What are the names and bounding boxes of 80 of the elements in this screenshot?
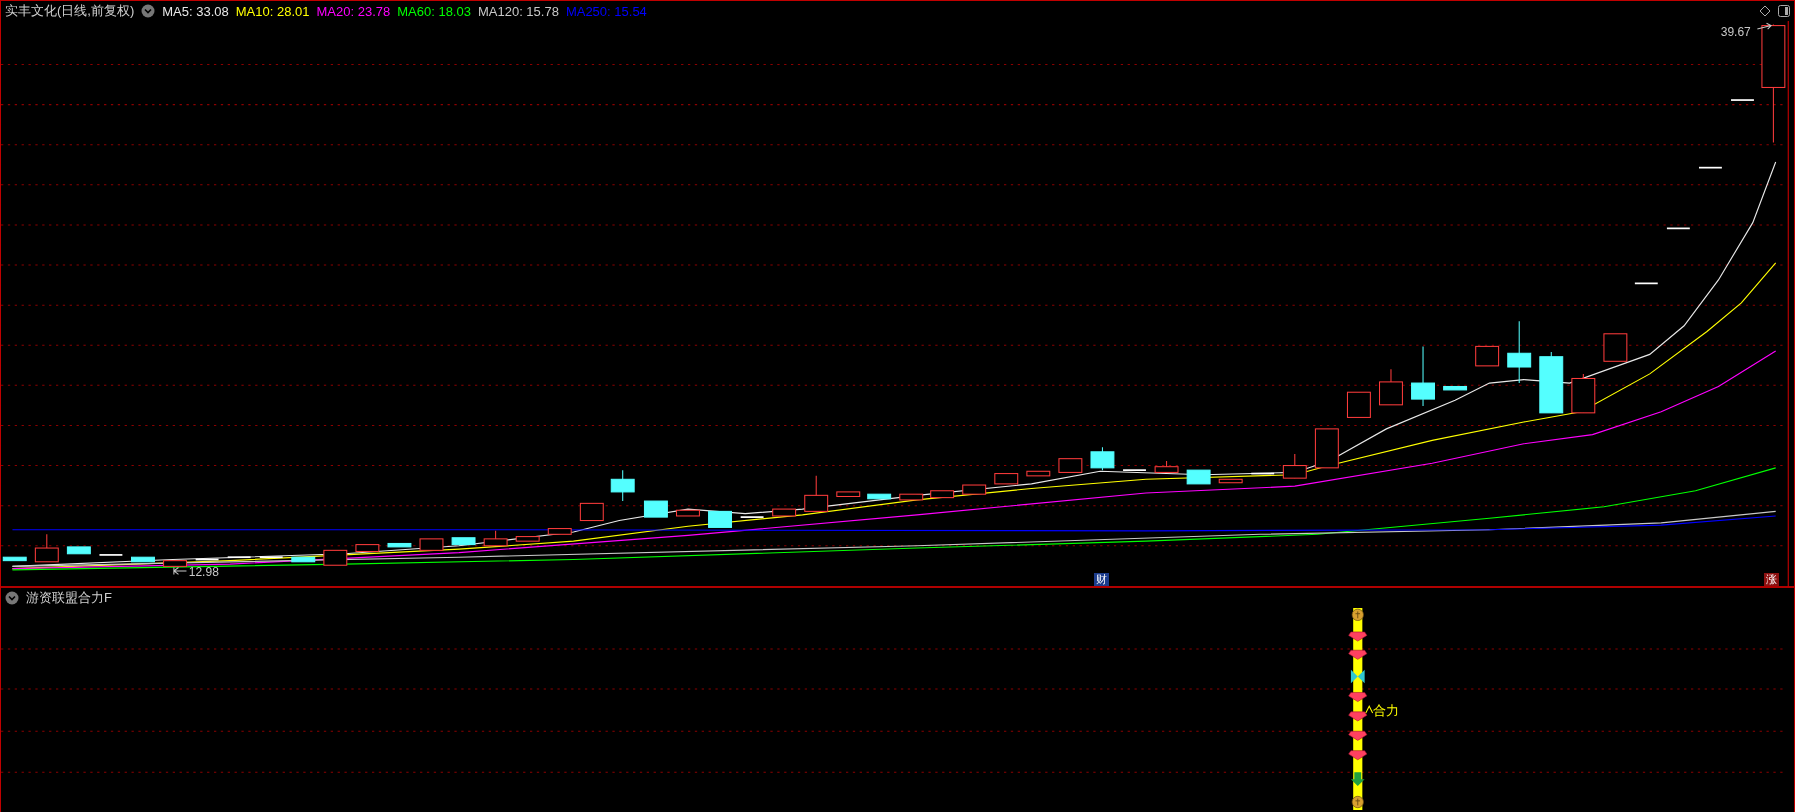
chart-title: 实丰文化(日线,前复权)	[5, 2, 135, 20]
moving-average-label: MA5: 33.08	[162, 3, 229, 19]
candlestick	[1058, 458, 1083, 473]
candlestick	[1634, 282, 1659, 285]
high-price-label: 39.67	[1720, 24, 1751, 39]
candlestick	[1507, 320, 1532, 384]
candlestick	[1346, 391, 1371, 418]
gem-icon	[1348, 649, 1368, 660]
candlestick	[194, 558, 220, 561]
candlestick	[163, 560, 187, 567]
leader-line	[1756, 22, 1772, 30]
candlestick	[1379, 368, 1403, 406]
candlestick	[1186, 469, 1211, 485]
candlestick	[131, 556, 155, 563]
candlestick	[1218, 478, 1243, 484]
moving-average-label: MA10: 28.01	[235, 3, 310, 19]
candlestick	[483, 530, 508, 547]
candlestick	[34, 533, 59, 563]
candlestick	[1411, 345, 1435, 407]
panel-toggle-icon[interactable]	[1778, 5, 1790, 17]
candlestick	[867, 493, 892, 500]
candlestick	[1154, 460, 1179, 473]
candlestick	[547, 528, 572, 535]
low-price-label: 12.98	[188, 564, 219, 579]
candlestick	[994, 473, 1019, 485]
candlestick	[226, 556, 252, 559]
candlestick	[708, 510, 732, 528]
gem-icon	[1348, 631, 1368, 642]
candlestick	[1571, 373, 1596, 414]
candlestick	[66, 546, 91, 555]
candlestick	[1539, 351, 1564, 414]
candlestick	[451, 537, 476, 546]
signal-label: 合力	[1372, 704, 1399, 719]
candlestick	[323, 549, 348, 566]
moving-average-label: MA120: 15.78	[477, 3, 559, 19]
candlestick	[930, 490, 955, 499]
candlestick	[1666, 227, 1691, 230]
candlestick	[2, 556, 27, 562]
moving-average-label: MA60: 18.03	[397, 3, 471, 19]
candlestick	[1250, 472, 1276, 475]
candlestick	[387, 542, 412, 548]
candlestick	[804, 475, 829, 512]
candlestick	[1282, 453, 1307, 479]
diamond-icon[interactable]	[1759, 5, 1771, 17]
candlestick	[1443, 385, 1468, 391]
candlestick	[1475, 345, 1500, 367]
candlestick	[739, 516, 765, 518]
butterfly-icon	[1350, 669, 1365, 684]
candlestick	[676, 509, 700, 517]
candlestick	[643, 500, 668, 518]
candlestick	[258, 556, 284, 559]
candlestick	[899, 493, 924, 501]
gem-icon	[1348, 692, 1368, 702]
candlestick	[1603, 333, 1628, 362]
dropdown-icon[interactable]	[5, 591, 19, 605]
event-marker[interactable]: 涨	[1764, 573, 1779, 586]
gem-icon	[1348, 750, 1368, 761]
candlestick	[1122, 469, 1147, 471]
candlestick	[98, 554, 124, 556]
gem-icon	[1348, 711, 1368, 722]
candlestick	[355, 544, 380, 552]
moving-average-label: MA250: 15.54	[565, 3, 647, 19]
dropdown-icon[interactable]	[141, 4, 156, 18]
candlestick	[419, 538, 444, 551]
event-marker[interactable]: 财	[1094, 573, 1109, 586]
moving-average-label: MA20: 23.78	[316, 3, 391, 19]
candlestick	[1090, 446, 1115, 471]
candlestick	[515, 536, 540, 542]
candlestick	[836, 491, 861, 497]
candlestick	[1730, 99, 1755, 101]
gem-icon	[1348, 730, 1368, 741]
candlestick	[772, 508, 797, 517]
candlestick	[610, 469, 635, 502]
candlestick	[291, 556, 316, 563]
indicator-title: 游资联盟合力F	[26, 589, 112, 607]
candlestick	[1698, 166, 1723, 169]
candlestick	[1026, 470, 1051, 477]
candlestick	[1314, 428, 1339, 469]
candlestick	[962, 484, 987, 495]
candlestick	[579, 502, 604, 522]
